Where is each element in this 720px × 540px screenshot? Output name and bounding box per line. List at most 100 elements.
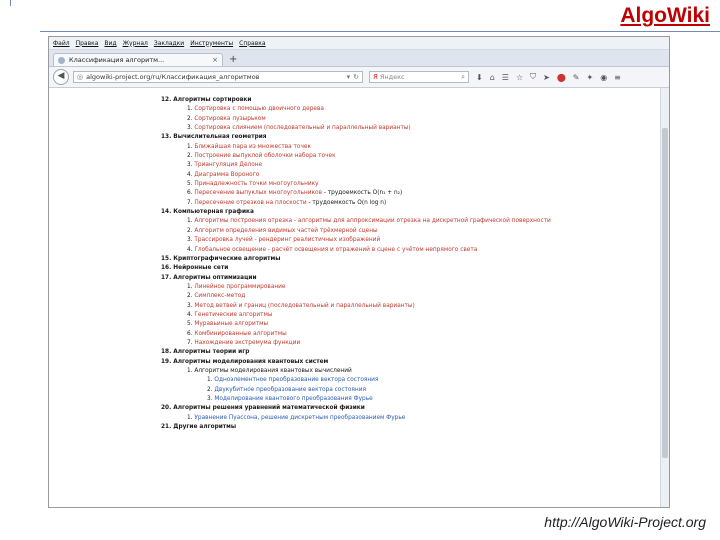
menu-edit[interactable]: Правка — [76, 40, 99, 47]
slide-title: AlgoWiki — [620, 4, 710, 27]
sub-list-item: 3. Моделирование квантового преобразован… — [161, 395, 661, 404]
article-link: Алгоритмы моделирования квантовых вычисл… — [194, 367, 352, 374]
article-link[interactable]: Триангуляция Делоне — [194, 162, 262, 168]
article-link[interactable]: Генетические алгоритмы — [194, 312, 272, 318]
home-icon[interactable]: ⌂ — [490, 73, 495, 82]
menu-view[interactable]: Вид — [104, 40, 116, 47]
article-link[interactable]: Комбинированные алгоритмы — [194, 331, 286, 337]
list-item: 4. Диаграмма Вороного — [161, 171, 661, 180]
section-heading: 21. Другие алгоритмы — [161, 424, 237, 431]
list-item: 1. Сортировка с помощью двоичного дерева — [161, 105, 661, 114]
complexity-note: - трудоемкость O(n₁ + n₂) — [322, 190, 403, 197]
menu-bookmarks[interactable]: Закладки — [154, 40, 184, 47]
browser-screenshot: Файл Правка Вид Журнал Закладки Инструме… — [48, 36, 670, 508]
section-heading: 12. Алгоритмы сортировки — [161, 97, 252, 103]
menu-help[interactable]: Справка — [239, 40, 265, 47]
menu-file[interactable]: Файл — [53, 40, 70, 47]
tab-bar: Классификация алгоритм... × + — [49, 50, 669, 67]
puzzle-icon[interactable]: ✦ — [586, 73, 593, 82]
article-link[interactable]: Сортировка с помощью двоичного дерева — [194, 106, 324, 112]
send-icon[interactable]: ➤ — [543, 73, 550, 82]
scrollbar-thumb[interactable] — [662, 128, 668, 458]
search-input[interactable]: Я Яндекс ⌕ — [369, 71, 469, 83]
list-item: 4. Глобальное освещение - расчёт освещен… — [161, 246, 661, 255]
tab-classification[interactable]: Классификация алгоритм... × — [53, 53, 223, 66]
list-item: 3. Трассировка лучей - рендеринг реалист… — [161, 236, 661, 245]
tab-title: Классификация алгоритм... — [69, 56, 165, 64]
search-placeholder: Яндекс — [379, 73, 405, 81]
article-link[interactable]: Ближайшая пара из множества точек — [194, 144, 311, 150]
new-tab-icon[interactable]: + — [229, 54, 237, 65]
article-link[interactable]: Линейное программирование — [194, 284, 285, 290]
star-icon[interactable]: ☆ — [516, 73, 523, 82]
article-link[interactable]: Двукубитное преобразование вектора состо… — [214, 387, 366, 393]
address-bar[interactable]: ◎ algowiki-project.org/ru/Классификация_… — [73, 71, 363, 83]
article-link[interactable]: Сортировка пузырьком — [194, 116, 265, 122]
list-item: 2. Алгоритм определения видимых частей т… — [161, 227, 661, 236]
article-link[interactable]: Диаграмма Вороного — [194, 172, 259, 178]
article-link[interactable]: Алгоритмы построения отрезка - алгоритмы… — [194, 218, 550, 224]
article-link[interactable]: Алгоритм определения видимых частей трёх… — [194, 228, 377, 234]
article-link[interactable]: Одноэлементное преобразование вектора со… — [214, 377, 378, 383]
menu-bar: Файл Правка Вид Журнал Закладки Инструме… — [49, 37, 669, 50]
slide-header-rule — [40, 31, 720, 32]
complexity-note: - трудоемкость O(n log n) — [306, 199, 387, 206]
search-icon[interactable]: ⌕ — [461, 73, 465, 82]
menu-icon[interactable]: ≡ — [614, 73, 621, 82]
article-link[interactable]: Метод ветвей и границ (последовательный … — [194, 303, 414, 309]
list-item: 4. Генетические алгоритмы — [161, 311, 661, 320]
list-item: 3. Метод ветвей и границ (последовательн… — [161, 302, 661, 311]
section-heading: 20. Алгоритмы решения уравнений математи… — [161, 405, 365, 412]
abp-icon[interactable]: ⬤ — [557, 73, 566, 82]
list-item: 5. Муравьиные алгоритмы — [161, 320, 661, 329]
article-link[interactable]: Уравнение Пуассона, решение дискретным п… — [194, 415, 405, 421]
list-item: 1. Алгоритмы моделирования квантовых выч… — [161, 367, 661, 376]
list-item: 5. Принадлежность точки многоугольнику — [161, 180, 661, 189]
scrollbar[interactable] — [660, 88, 669, 507]
section-heading: 19. Алгоритмы моделирования квантовых си… — [161, 358, 329, 365]
list-item: 6. Комбинированные алгоритмы — [161, 330, 661, 339]
section-heading: 16. Нейронные сети — [161, 265, 229, 272]
extension-icon[interactable]: ✎ — [573, 73, 580, 82]
list-item: 3. Сортировка слиянием (последовательный… — [161, 124, 661, 133]
page-content: 12. Алгоритмы сортировки 1. Сортировка с … — [49, 88, 661, 507]
favicon-icon — [58, 56, 65, 64]
list-item: 6. Пересечение выпуклых многоугольников … — [161, 189, 661, 198]
back-arrow-icon[interactable]: ◀ — [53, 69, 69, 85]
article-link[interactable]: Нахождение экстремума функции — [194, 340, 300, 346]
dropdown-icon[interactable]: ▾ — [347, 73, 351, 81]
article-link[interactable]: Симплекс-метод — [194, 293, 245, 299]
article-link[interactable]: Сортировка слиянием (последовательный и … — [194, 125, 410, 131]
yandex-icon: Я — [373, 73, 378, 81]
sub-list-item: 2. Двукубитное преобразование вектора со… — [161, 386, 661, 395]
reload-icon[interactable]: ↻ — [353, 73, 359, 81]
address-text: algowiki-project.org/ru/Классификация_ал… — [86, 73, 260, 81]
menu-history[interactable]: Журнал — [123, 40, 148, 47]
globe-icon: ◎ — [77, 73, 84, 81]
menu-tools[interactable]: Инструменты — [190, 40, 233, 47]
slide-top-left-rule — [10, 0, 11, 6]
article-link[interactable]: Пересечение выпуклых многоугольников — [194, 190, 322, 196]
sub-list-item: 1. Одноэлементное преобразование вектора… — [161, 376, 661, 385]
download-icon[interactable]: ⬇ — [476, 73, 483, 82]
article-link[interactable]: Пересечение отрезков на плоскости — [194, 200, 306, 206]
list-item: 2. Построение выпуклой оболочки набора т… — [161, 152, 661, 161]
shield-icon[interactable]: ⛉ — [530, 72, 536, 82]
bookmark-list-icon[interactable]: ☰ — [502, 73, 509, 82]
section-heading: 13. Вычислительная геометрия — [161, 134, 267, 141]
sync-icon[interactable]: ◉ — [600, 73, 607, 82]
close-icon[interactable]: × — [212, 56, 218, 64]
article-link[interactable]: Моделирование квантового преобразования … — [214, 396, 372, 402]
list-item: 7. Пересечение отрезков на плоскости - т… — [161, 199, 661, 208]
list-item: 1. Алгоритмы построения отрезка - алгори… — [161, 217, 661, 226]
article-link[interactable]: Трассировка лучей - рендеринг реалистичн… — [194, 237, 380, 243]
article-link[interactable]: Построение выпуклой оболочки набора точе… — [194, 153, 335, 159]
article-link[interactable]: Муравьиные алгоритмы — [194, 321, 268, 327]
article-link[interactable]: Принадлежность точки многоугольнику — [194, 181, 318, 187]
section-heading: 15. Криптографические алгоритмы — [161, 255, 281, 262]
navigation-bar: ◀ ◎ algowiki-project.org/ru/Классификаци… — [49, 67, 669, 88]
list-item: 7. Нахождение экстремума функции — [161, 339, 661, 348]
article-link[interactable]: Глобальное освещение - расчёт освещения … — [194, 247, 477, 253]
list-item: 1. Линейное программирование — [161, 283, 661, 292]
section-heading: 17. Алгоритмы оптимизации — [161, 274, 257, 281]
